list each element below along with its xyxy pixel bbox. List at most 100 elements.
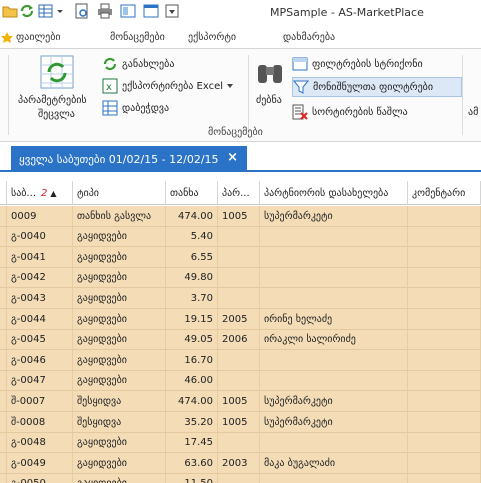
- cell-comment[interactable]: [408, 453, 481, 474]
- cell-partner[interactable]: [218, 226, 260, 247]
- cell-type[interactable]: გაყიდვები: [73, 473, 166, 483]
- preview-icon[interactable]: [74, 3, 90, 19]
- cell-id[interactable]: გ-0049: [7, 453, 73, 474]
- print-button[interactable]: დაბეჭდვა: [102, 98, 169, 118]
- cell-partner-name[interactable]: [260, 370, 408, 391]
- cell-id[interactable]: გ-0047: [7, 370, 73, 391]
- window-icon[interactable]: [143, 3, 159, 19]
- cell-partner-name[interactable]: [260, 432, 408, 453]
- table-row[interactable]: 0009 თანხის გასვლა 474.00 1005 სუპერმარკეტი: [0, 206, 481, 227]
- cell-amount[interactable]: 63.60: [166, 453, 218, 474]
- cell-partner-name[interactable]: [260, 288, 408, 309]
- cell-comment[interactable]: [408, 309, 481, 329]
- cell-type[interactable]: გაყიდვები: [73, 432, 166, 453]
- print-icon[interactable]: [97, 3, 113, 19]
- cell-amount[interactable]: 49.05: [166, 329, 218, 350]
- cell-type[interactable]: გაყიდვები: [73, 350, 166, 371]
- cell-partner[interactable]: [218, 350, 260, 371]
- cell-amount[interactable]: 17.45: [166, 432, 218, 453]
- document-tab[interactable]: ყველა საბუთები 01/02/15 - 12/02/15 ×: [11, 146, 247, 172]
- table-row[interactable]: გ-0045 გაყიდვები 49.05 2006 ირაკლი სალირიძე: [0, 329, 481, 351]
- cell-comment[interactable]: [408, 267, 481, 288]
- cell-partner-name[interactable]: [260, 226, 408, 247]
- cell-amount[interactable]: 35.20: [166, 412, 218, 432]
- cell-id[interactable]: გ-0050: [7, 473, 73, 483]
- cell-type[interactable]: გაყიდვები: [73, 329, 166, 350]
- table-row[interactable]: გ-0043 გაყიდვები 3.70: [0, 288, 481, 309]
- cell-amount[interactable]: 6.55: [166, 247, 218, 268]
- cell-id[interactable]: გ-0042: [7, 267, 73, 288]
- cell-amount[interactable]: 49.80: [166, 267, 218, 288]
- cell-type[interactable]: გაყიდვები: [73, 247, 166, 268]
- cell-id[interactable]: გ-0044: [7, 309, 73, 329]
- change-params-button[interactable]: პარამეტრების შეცვლა: [14, 53, 98, 121]
- cell-id[interactable]: გ-0041: [7, 247, 73, 268]
- cell-partner-name[interactable]: სუპერმარკეტი: [260, 391, 408, 412]
- grid-icon[interactable]: [38, 3, 54, 19]
- dropdown-icon[interactable]: [55, 3, 65, 19]
- cell-type[interactable]: გაყიდვები: [73, 226, 166, 247]
- table-row[interactable]: გ-0046 გაყიდვები 16.70: [0, 350, 481, 371]
- filter-strings-button[interactable]: ფილტრების სტრიქონი: [292, 54, 423, 74]
- cell-comment[interactable]: [408, 329, 481, 350]
- cell-id[interactable]: შ-0007: [7, 391, 73, 412]
- cell-partner-name[interactable]: [260, 267, 408, 288]
- refresh-button[interactable]: განახლება: [102, 54, 174, 74]
- tab-export[interactable]: ექსპორტი: [188, 32, 236, 43]
- cell-partner[interactable]: [218, 370, 260, 391]
- cell-partner[interactable]: 2006: [218, 329, 260, 350]
- cell-id[interactable]: გ-0048: [7, 432, 73, 453]
- row-selector[interactable]: [0, 226, 7, 247]
- cell-comment[interactable]: [408, 412, 481, 432]
- table-row[interactable]: გ-0041 გაყიდვები 6.55: [0, 247, 481, 268]
- row-selector[interactable]: [0, 370, 7, 391]
- tab-files[interactable]: ფაილები: [16, 32, 61, 43]
- cell-comment[interactable]: [408, 473, 481, 483]
- row-selector[interactable]: [0, 391, 7, 412]
- row-selector[interactable]: [0, 288, 7, 309]
- cell-amount[interactable]: 46.00: [166, 370, 218, 391]
- column-header-amount[interactable]: თანხა: [166, 181, 218, 205]
- customize-icon[interactable]: [164, 3, 180, 19]
- table-row[interactable]: გ-0048 გაყიდვები 17.45: [0, 432, 481, 454]
- cell-comment[interactable]: [408, 288, 481, 309]
- export-excel-button[interactable]: x ექსპორტირება Excel: [102, 76, 234, 96]
- cell-partner-name[interactable]: მაკა ბუგალაძი: [260, 453, 408, 474]
- cell-partner[interactable]: [218, 267, 260, 288]
- table-row[interactable]: გ-0047 გაყიდვები 46.00: [0, 370, 481, 392]
- row-selector[interactable]: [0, 247, 7, 268]
- cell-amount[interactable]: 16.70: [166, 350, 218, 371]
- tab-help[interactable]: დახმარება: [283, 32, 335, 43]
- column-header-type[interactable]: ტიპი: [73, 181, 166, 205]
- row-selector[interactable]: [0, 453, 7, 474]
- cell-partner[interactable]: [218, 473, 260, 483]
- cell-comment[interactable]: [408, 391, 481, 412]
- cell-partner[interactable]: [218, 247, 260, 268]
- table-row[interactable]: შ-0008 შესყიდვა 35.20 1005 სუპერმარკეტი: [0, 412, 481, 433]
- row-selector[interactable]: [0, 309, 7, 329]
- cell-id[interactable]: 0009: [7, 206, 73, 226]
- cell-comment[interactable]: [408, 350, 481, 371]
- cell-amount[interactable]: 11.50: [166, 473, 218, 483]
- column-header-partner[interactable]: პარ...: [218, 181, 260, 205]
- table-row[interactable]: გ-0044 გაყიდვები 19.15 2005 ირინე ხელაძე: [0, 309, 481, 330]
- search-button[interactable]: ძებნა: [252, 53, 286, 121]
- table-row[interactable]: გ-0049 გაყიდვები 63.60 2003 მაკა ბუგალაძი: [0, 453, 481, 474]
- cell-partner[interactable]: 1005: [218, 391, 260, 412]
- cell-id[interactable]: გ-0040: [7, 226, 73, 247]
- cell-amount[interactable]: 474.00: [166, 206, 218, 226]
- table-row[interactable]: გ-0050გაყიდვები11.50: [0, 473, 481, 483]
- cell-id[interactable]: შ-0008: [7, 412, 73, 432]
- row-selector[interactable]: [0, 329, 7, 350]
- cell-type[interactable]: გაყიდვები: [73, 288, 166, 309]
- cell-partner[interactable]: 1005: [218, 412, 260, 432]
- row-selector[interactable]: [0, 267, 7, 288]
- cell-id[interactable]: გ-0045: [7, 329, 73, 350]
- column-header-comment[interactable]: კომენტარი: [408, 181, 481, 205]
- cell-partner-name[interactable]: სუპერმარკეტი: [260, 206, 408, 226]
- cell-partner-name[interactable]: ირაკლი სალირიძე: [260, 329, 408, 350]
- cell-type[interactable]: შესყიდვა: [73, 391, 166, 412]
- cell-partner-name[interactable]: [260, 350, 408, 371]
- layout-icon[interactable]: [120, 3, 136, 19]
- table-row[interactable]: გ-0042 გაყიდვები 49.80: [0, 267, 481, 289]
